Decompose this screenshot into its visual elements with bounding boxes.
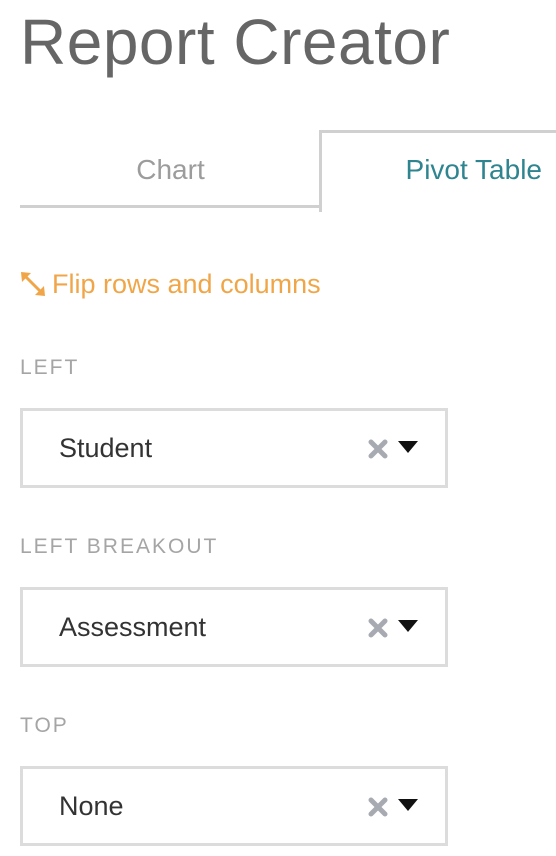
page-title: Report Creator	[20, 6, 451, 78]
clear-icon[interactable]	[367, 796, 389, 818]
tab-pivot-table[interactable]: Pivot Table	[319, 130, 556, 212]
top-label: TOP	[20, 714, 69, 737]
flip-link-label: Flip rows and columns	[52, 268, 321, 299]
tab-chart[interactable]: Chart	[20, 130, 321, 208]
left-select-value: Student	[59, 433, 153, 463]
flip-rows-columns-link[interactable]: Flip rows and columns	[20, 264, 321, 304]
chevron-down-icon[interactable]	[397, 797, 419, 813]
tab-bar: Chart Pivot Table	[20, 130, 556, 212]
left-breakout-select[interactable]: Assessment	[20, 587, 448, 667]
left-breakout-label: LEFT BREAKOUT	[20, 535, 219, 558]
left-label: LEFT	[20, 356, 80, 379]
left-breakout-select-value: Assessment	[59, 612, 207, 642]
chevron-down-icon[interactable]	[397, 439, 419, 455]
top-select[interactable]: None	[20, 766, 448, 846]
clear-icon[interactable]	[367, 617, 389, 639]
clear-icon[interactable]	[367, 438, 389, 460]
chevron-down-icon[interactable]	[397, 618, 419, 634]
left-select[interactable]: Student	[20, 408, 448, 488]
top-select-value: None	[59, 791, 124, 821]
expand-arrows-icon	[21, 272, 45, 296]
